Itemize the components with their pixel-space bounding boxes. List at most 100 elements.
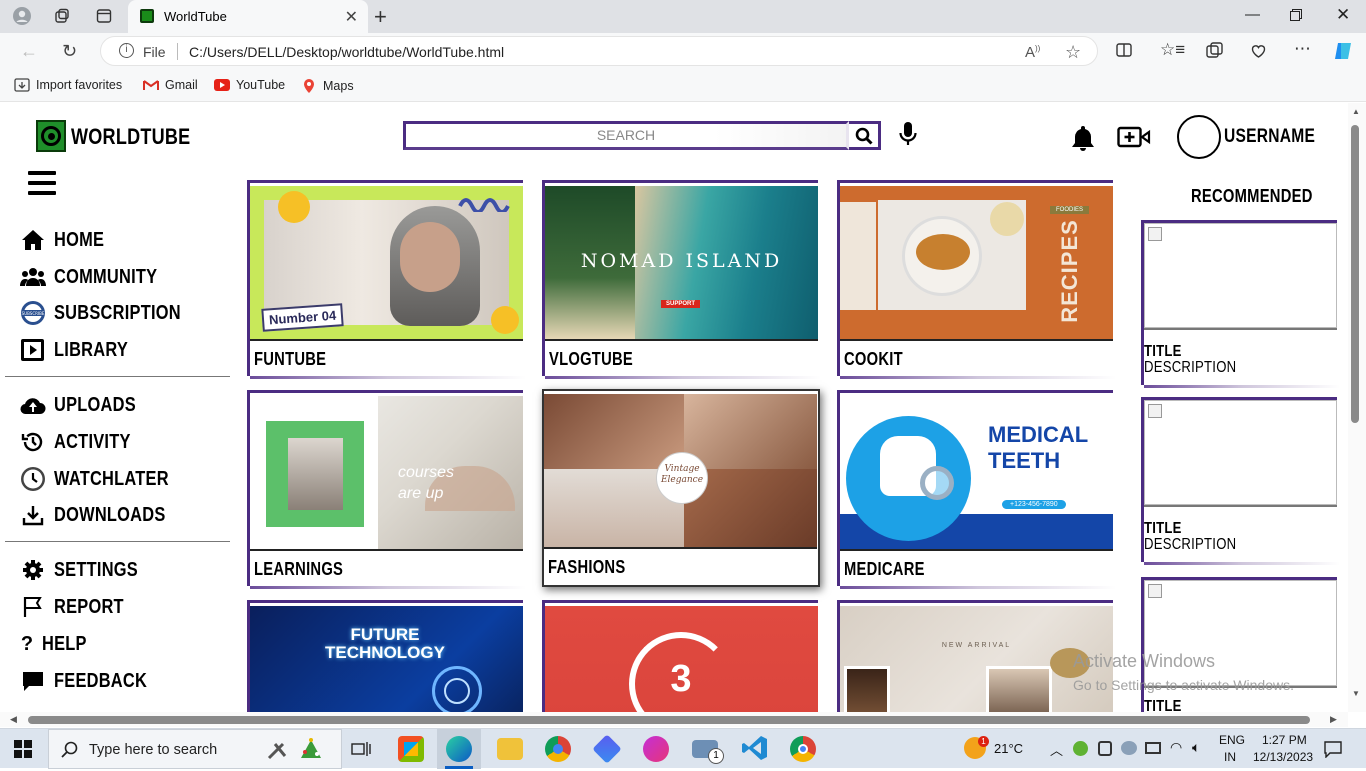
video-card[interactable]: FUTURE TECHNOLOGY	[247, 600, 523, 727]
video-thumbnail[interactable]: NOMAD ISLAND SUPPORT	[545, 186, 818, 339]
fav-gmail[interactable]: Gmail	[143, 78, 198, 92]
video-card[interactable]: courses are up LEARNINGS	[247, 390, 526, 589]
video-title[interactable]: FUNTUBE	[254, 349, 326, 370]
fav-import[interactable]: Import favorites	[14, 78, 122, 92]
video-thumbnail[interactable]: Number 04	[250, 186, 523, 339]
tray-app-icon[interactable]	[1073, 741, 1088, 756]
microsoft-store-icon[interactable]	[398, 736, 424, 762]
video-thumbnail[interactable]: courses are up	[250, 396, 523, 549]
recommended-thumbnail[interactable]	[1144, 400, 1337, 505]
fav-youtube[interactable]: YouTube	[214, 78, 285, 92]
wps-office-icon[interactable]	[643, 736, 669, 762]
tab-actions-icon[interactable]	[94, 6, 114, 26]
horizontal-scroll-thumb[interactable]	[28, 716, 1310, 724]
language-line2[interactable]: IN	[1224, 750, 1236, 764]
video-thumbnail[interactable]: 3	[545, 606, 818, 727]
volume-icon[interactable]: 🔈︎	[1192, 739, 1200, 756]
sidebar-item-subscription[interactable]: SUBSCRIBE SUBSCRIPTION	[20, 300, 209, 326]
video-title[interactable]: LEARNINGS	[254, 559, 343, 580]
recommended-card[interactable]: TITLE DESCRIPTION	[1141, 397, 1340, 565]
video-card[interactable]: 3	[542, 600, 818, 727]
sidebar-item-home[interactable]: HOME	[20, 227, 115, 253]
video-title[interactable]: VLOGTUBE	[549, 349, 633, 370]
tab-worldtube[interactable]: WorldTube ✕	[128, 0, 368, 33]
recommended-card[interactable]: TITLE DESCRIPTION	[1141, 220, 1340, 388]
edge-browser-icon[interactable]	[446, 736, 472, 762]
sidebar-item-report[interactable]: REPORT	[20, 594, 139, 620]
task-view-icon[interactable]	[351, 740, 371, 763]
video-thumbnail[interactable]: Vintage Elegance	[544, 394, 817, 547]
chrome-icon[interactable]	[790, 736, 816, 762]
video-thumbnail[interactable]: FUTURE TECHNOLOGY	[250, 606, 523, 727]
close-window-icon[interactable]: ✕	[1336, 5, 1350, 25]
onedrive-icon[interactable]	[1121, 741, 1137, 755]
windows-start-icon[interactable]	[14, 740, 32, 763]
address-bar[interactable]: i File C:/Users/DELL/Desktop/worldtube/W…	[100, 36, 1098, 66]
video-title[interactable]: MEDICARE	[844, 559, 925, 580]
address-url[interactable]: C:/Users/DELL/Desktop/worldtube/WorldTub…	[189, 44, 504, 60]
tab-close-icon[interactable]: ✕	[345, 7, 358, 27]
favorite-star-icon[interactable]: ☆	[1065, 42, 1081, 63]
favorites-icon[interactable]: ☆≡	[1160, 40, 1185, 60]
language-line1[interactable]: ENG	[1219, 733, 1245, 747]
vertical-scrollbar[interactable]: ▲ ▼	[1348, 103, 1366, 712]
video-title[interactable]: COOKIT	[844, 349, 903, 370]
new-tab-icon[interactable]: +	[374, 4, 387, 30]
minimize-icon[interactable]: —	[1245, 6, 1260, 23]
scroll-left-icon[interactable]: ◀	[10, 714, 17, 725]
tray-device-icon[interactable]	[1098, 741, 1112, 756]
sidebar-item-community[interactable]: COMMUNITY	[20, 264, 180, 290]
battery-icon[interactable]	[1145, 742, 1161, 754]
file-explorer-icon[interactable]	[497, 738, 523, 760]
notifications-bell-icon[interactable]	[1070, 124, 1096, 152]
more-menu-icon[interactable]: ⋯	[1294, 39, 1311, 59]
scroll-right-icon[interactable]: ▶	[1330, 714, 1337, 725]
video-card[interactable]: Number 04 FUNTUBE	[247, 180, 526, 379]
browser-essentials-icon[interactable]	[1250, 42, 1267, 63]
video-card[interactable]: NEW ARRIVAL	[837, 600, 1113, 727]
video-card[interactable]: FOODIES RECIPES COOKIT	[837, 180, 1116, 379]
sidebar-item-settings[interactable]: SETTINGS	[20, 557, 156, 583]
video-thumbnail[interactable]: FOODIES RECIPES	[840, 186, 1113, 339]
scroll-up-icon[interactable]: ▲	[1352, 107, 1360, 116]
recommended-thumbnail[interactable]	[1144, 223, 1337, 328]
split-screen-icon[interactable]	[1116, 42, 1132, 62]
search-button[interactable]	[849, 121, 881, 150]
video-card-selected[interactable]: Vintage Elegance FASHIONS	[542, 389, 820, 587]
avatar[interactable]	[1177, 115, 1221, 159]
sidebar-item-watchlater[interactable]: WATCHLATER	[20, 466, 194, 492]
vertical-scroll-thumb[interactable]	[1351, 125, 1359, 423]
collections-icon[interactable]	[1206, 42, 1223, 63]
worldtube-logo-icon[interactable]	[36, 120, 66, 152]
chrome-profile-icon[interactable]	[545, 736, 571, 762]
refresh-icon[interactable]: ↻	[62, 41, 77, 62]
info-icon[interactable]: i	[119, 43, 134, 58]
scroll-down-icon[interactable]: ▼	[1352, 689, 1360, 698]
workspaces-icon[interactable]	[52, 6, 72, 26]
upload-video-icon[interactable]	[1117, 125, 1151, 149]
video-card[interactable]: NOMAD ISLAND SUPPORT VLOGTUBE	[542, 180, 821, 379]
vscode-icon[interactable]	[742, 735, 768, 766]
microphone-icon[interactable]	[897, 121, 919, 149]
video-thumbnail[interactable]: MEDICAL TEETH +123-456-7890	[840, 396, 1113, 549]
hamburger-menu-icon[interactable]	[28, 171, 56, 195]
taskbar-search-box[interactable]: Type here to search	[48, 729, 342, 769]
search-input[interactable]: SEARCH	[403, 121, 849, 150]
sidebar-item-help[interactable]: ? HELP	[20, 631, 97, 657]
sidebar-item-feedback[interactable]: FEEDBACK	[20, 668, 168, 694]
logo-text[interactable]: WORLDTUBE	[71, 124, 190, 150]
power-automate-icon[interactable]	[592, 734, 622, 764]
clock-time[interactable]: 1:27 PM	[1262, 733, 1307, 747]
wifi-icon[interactable]: ◠	[1170, 739, 1182, 756]
sidebar-item-uploads[interactable]: UPLOADS	[20, 392, 154, 418]
username-label[interactable]: USERNAME	[1224, 126, 1315, 148]
sidebar-item-activity[interactable]: ACTIVITY	[20, 429, 148, 455]
restore-icon[interactable]	[1290, 8, 1302, 25]
fav-maps[interactable]: Maps	[301, 78, 354, 94]
horizontal-scrollbar[interactable]: ◀ ▶	[0, 712, 1348, 727]
sidebar-item-downloads[interactable]: DOWNLOADS	[20, 502, 190, 528]
read-aloud-icon[interactable]: A))	[1025, 44, 1040, 61]
profile-icon[interactable]	[12, 6, 32, 26]
sidebar-item-library[interactable]: LIBRARY	[20, 337, 144, 363]
back-icon[interactable]: ←	[20, 41, 38, 62]
